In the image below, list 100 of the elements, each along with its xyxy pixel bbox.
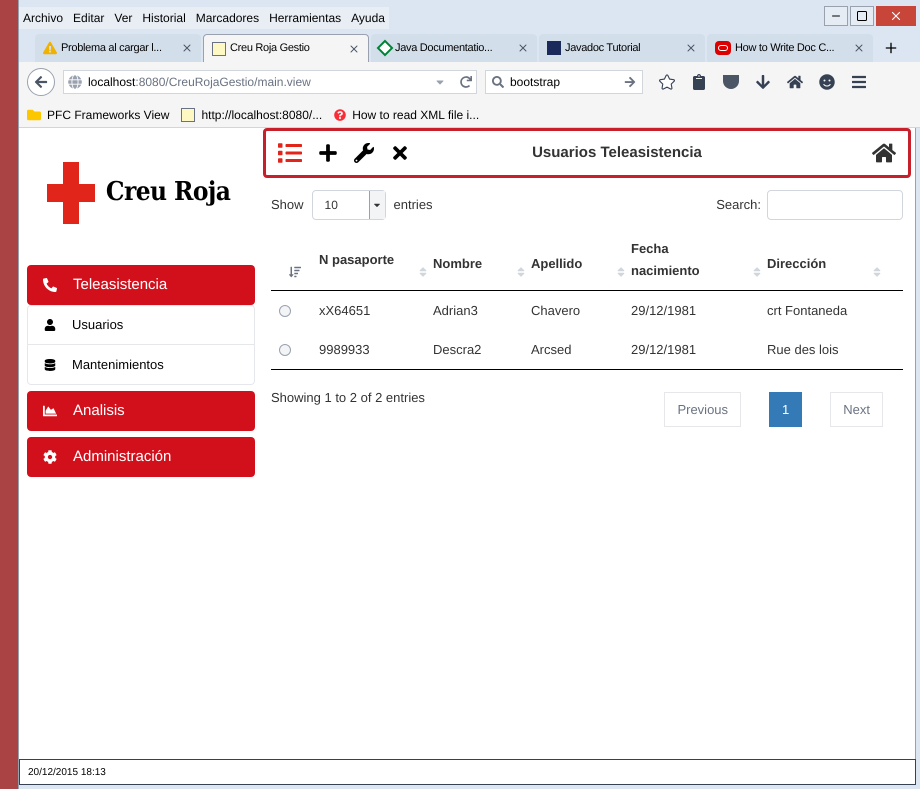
close-icon[interactable] <box>853 42 865 54</box>
search-field[interactable]: bootstrap <box>485 70 643 94</box>
warning-icon <box>43 41 57 55</box>
menu-item[interactable]: Ver <box>114 9 132 27</box>
entries-label: entries <box>394 196 433 214</box>
gear-icon <box>43 450 57 464</box>
clipboard-icon[interactable] <box>691 74 707 90</box>
delete-icon[interactable] <box>390 143 410 163</box>
close-icon[interactable] <box>181 42 193 54</box>
tab-title: Creu Roja Gestio <box>230 41 311 56</box>
bookmark-item[interactable]: How to read XML file i... <box>334 106 480 124</box>
chart-icon <box>43 404 57 418</box>
globe-icon <box>68 75 82 89</box>
browser-tab[interactable]: How to Write Doc C... <box>707 34 873 62</box>
sidebar-item[interactable]: Mantenimientos <box>28 345 254 384</box>
bookmark-item[interactable]: PFC Frameworks View <box>27 106 170 124</box>
close-icon <box>889 9 903 23</box>
browser-tab[interactable]: Javadoc Tutorial <box>539 34 705 62</box>
tab-title: Javadoc Tutorial <box>565 40 642 56</box>
tab-title: Java Documentatio... <box>395 40 494 56</box>
page-button[interactable]: 1 <box>769 392 802 427</box>
column-header[interactable]: N pasaporte <box>319 249 394 271</box>
browser-tab[interactable]: Creu Roja Gestio <box>203 34 369 62</box>
table-cell-text: Arcsed <box>531 340 572 359</box>
list-icon[interactable] <box>278 141 302 165</box>
tab-title: How to Write Doc C... <box>735 40 836 56</box>
menu-item[interactable]: Historial <box>142 9 186 27</box>
ring-logo-icon <box>715 41 731 55</box>
close-icon[interactable] <box>685 42 697 54</box>
search-icon <box>492 76 504 88</box>
table-cell-text: Adrian3 <box>433 302 479 320</box>
status-bar: 20/12/2015 18:13 <box>19 759 916 785</box>
search-label: Search: <box>716 196 761 214</box>
table-cell-text: 29/12/1981 <box>631 302 698 320</box>
add-icon[interactable] <box>318 143 338 163</box>
table-cell-text: xX64651 <box>319 302 372 320</box>
menu-item[interactable]: Marcadores <box>196 9 260 27</box>
table-cell-text: crt Fontaneda <box>767 302 848 320</box>
sidebar-section[interactable]: Teleasistencia <box>27 265 255 305</box>
reload-icon[interactable] <box>460 76 472 88</box>
sidebar-section[interactable]: Analisis <box>27 391 255 431</box>
sort-icon[interactable] <box>289 266 301 278</box>
table-cell-text: Rue des lois <box>767 340 840 359</box>
go-arrow-icon[interactable] <box>624 76 636 88</box>
square-logo-icon <box>547 41 561 55</box>
url-text: localhost:8080/CreuRojaGestio/main.view <box>88 74 312 91</box>
row-radio[interactable] <box>279 304 291 316</box>
folder-icon <box>27 108 41 122</box>
menu-item[interactable]: Archivo <box>23 9 64 27</box>
close-button[interactable] <box>876 6 916 26</box>
column-header[interactable]: Fecha nacimiento <box>631 238 711 282</box>
browser-tab[interactable]: Problema al cargar l... <box>35 34 201 62</box>
back-arrow-icon <box>34 75 48 89</box>
menu-item[interactable]: Editar <box>73 9 104 27</box>
show-label: Show <box>271 196 304 214</box>
row-radio[interactable] <box>279 344 291 356</box>
maximize-icon <box>856 10 868 22</box>
table-info: Showing 1 to 2 of 2 entries <box>271 389 425 407</box>
maximize-button[interactable] <box>850 6 874 26</box>
search-field[interactable] <box>767 190 903 220</box>
back-button[interactable] <box>27 68 55 96</box>
tab-title: Problema al cargar l... <box>61 40 163 56</box>
table-cell-text: 9989933 <box>319 340 371 359</box>
smiley-icon[interactable] <box>819 74 835 90</box>
phone-icon <box>43 278 57 292</box>
logo-text: Creu Roja <box>106 176 230 209</box>
new-tab-icon[interactable] <box>883 40 899 56</box>
bookmark-star-icon[interactable] <box>659 74 675 90</box>
sidebar-item[interactable]: Usuarios <box>28 306 254 345</box>
download-icon[interactable] <box>755 74 771 90</box>
close-icon[interactable] <box>348 42 360 54</box>
column-header[interactable]: Dirección <box>767 253 826 275</box>
bookmark-item[interactable]: http://localhost:8080/... <box>181 106 322 124</box>
search-text: bootstrap <box>510 74 562 91</box>
sidebar-section[interactable]: Administración <box>27 437 255 477</box>
wrench-icon[interactable] <box>354 143 374 163</box>
address-field[interactable]: localhost:8080/CreuRojaGestio/main.view <box>63 70 477 94</box>
menu-icon[interactable] <box>851 74 867 90</box>
table-cell-text: Chavero <box>531 302 582 320</box>
site-icon <box>212 42 226 56</box>
site-icon <box>181 108 196 122</box>
database-icon <box>44 358 56 370</box>
menu-item[interactable]: Ayuda <box>351 9 385 27</box>
table-cell-text: 29/12/1981 <box>631 340 698 359</box>
close-icon[interactable] <box>517 42 529 54</box>
user-icon <box>44 319 56 331</box>
home-icon[interactable] <box>872 141 896 165</box>
home-icon[interactable] <box>787 74 803 90</box>
pocket-icon[interactable] <box>723 75 739 89</box>
menu-item[interactable]: Herramientas <box>269 9 342 27</box>
entries-select[interactable]: 10 <box>312 190 386 220</box>
page-title: Usuarios Teleasistencia <box>531 142 703 163</box>
table-cell-text: Descra2 <box>433 340 482 359</box>
column-header[interactable]: Apellido <box>531 253 582 275</box>
column-header[interactable]: Nombre <box>433 253 482 275</box>
page-button[interactable]: Previous <box>664 392 742 427</box>
page-button[interactable]: Next <box>830 392 883 427</box>
help-icon <box>334 108 346 120</box>
cross-logo-icon <box>47 162 95 224</box>
browser-tab[interactable]: Java Documentatio... <box>371 34 537 62</box>
